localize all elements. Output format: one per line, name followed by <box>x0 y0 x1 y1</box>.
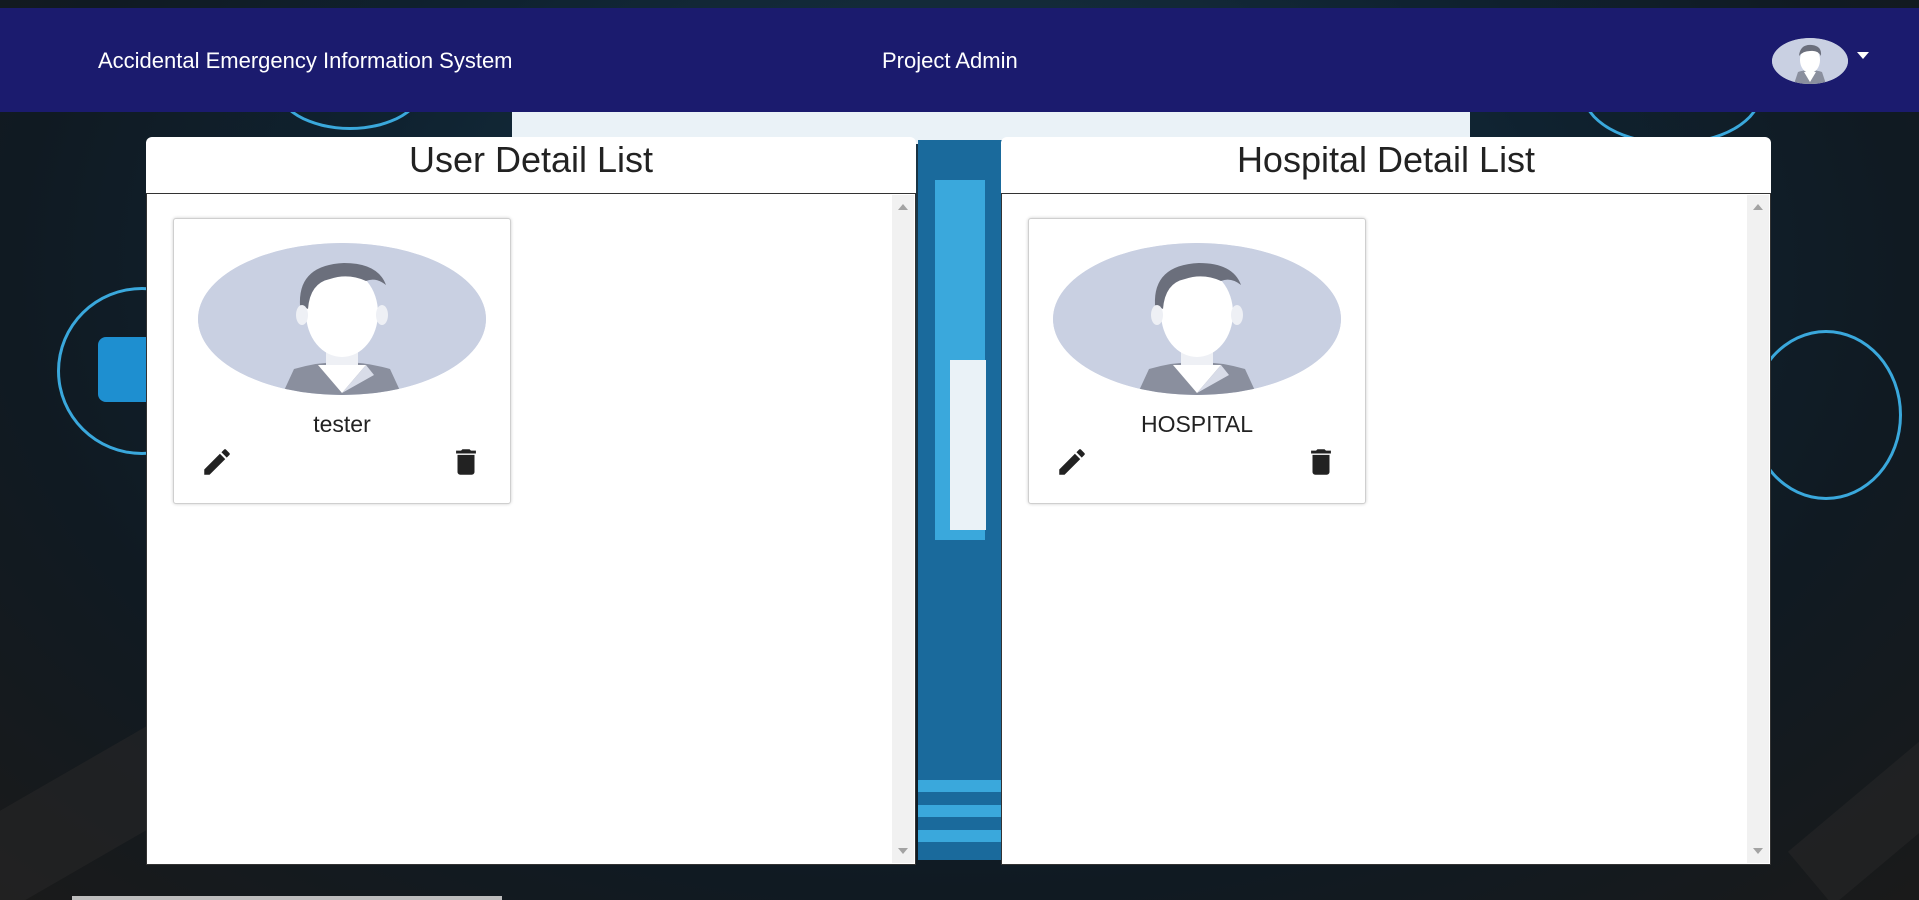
pencil-icon <box>204 449 230 475</box>
scroll-down-arrow[interactable] <box>898 848 908 854</box>
user-list: tester <box>146 193 916 865</box>
user-menu-button[interactable] <box>1772 38 1872 88</box>
trash-icon <box>1311 449 1331 475</box>
delete-user-button[interactable] <box>449 445 483 479</box>
hospital-card: HOSPITAL <box>1028 218 1366 504</box>
hospital-detail-panel: Hospital Detail List HOSPITAL <box>1001 137 1771 865</box>
panel-title: User Detail List <box>408 139 654 180</box>
user-avatar-icon <box>1053 243 1341 395</box>
app-title: Accidental Emergency Information System <box>98 48 513 73</box>
trash-icon <box>456 449 476 475</box>
vertical-scrollbar[interactable] <box>892 195 914 863</box>
edit-user-button[interactable] <box>200 445 234 479</box>
user-avatar-icon <box>198 243 486 395</box>
scroll-up-arrow[interactable] <box>1753 204 1763 210</box>
pencil-icon <box>1059 449 1085 475</box>
user-detail-panel: User Detail List tester <box>146 137 916 865</box>
user-card: tester <box>173 218 511 504</box>
vertical-scrollbar[interactable] <box>1747 195 1769 863</box>
user-avatar-icon <box>1772 38 1848 84</box>
delete-hospital-button[interactable] <box>1304 445 1338 479</box>
horizontal-scrollbar[interactable] <box>72 896 502 900</box>
role-label: Project Admin <box>882 48 1018 73</box>
top-navbar: Accidental Emergency Information System … <box>0 8 1919 112</box>
scroll-up-arrow[interactable] <box>898 204 908 210</box>
panel-title: Hospital Detail List <box>1236 139 1536 180</box>
edit-hospital-button[interactable] <box>1055 445 1089 479</box>
scroll-down-arrow[interactable] <box>1753 848 1763 854</box>
caret-down-icon <box>1857 52 1869 59</box>
hospital-list: HOSPITAL <box>1001 193 1771 865</box>
user-name: tester <box>313 411 371 437</box>
hospital-name: HOSPITAL <box>1140 411 1254 437</box>
